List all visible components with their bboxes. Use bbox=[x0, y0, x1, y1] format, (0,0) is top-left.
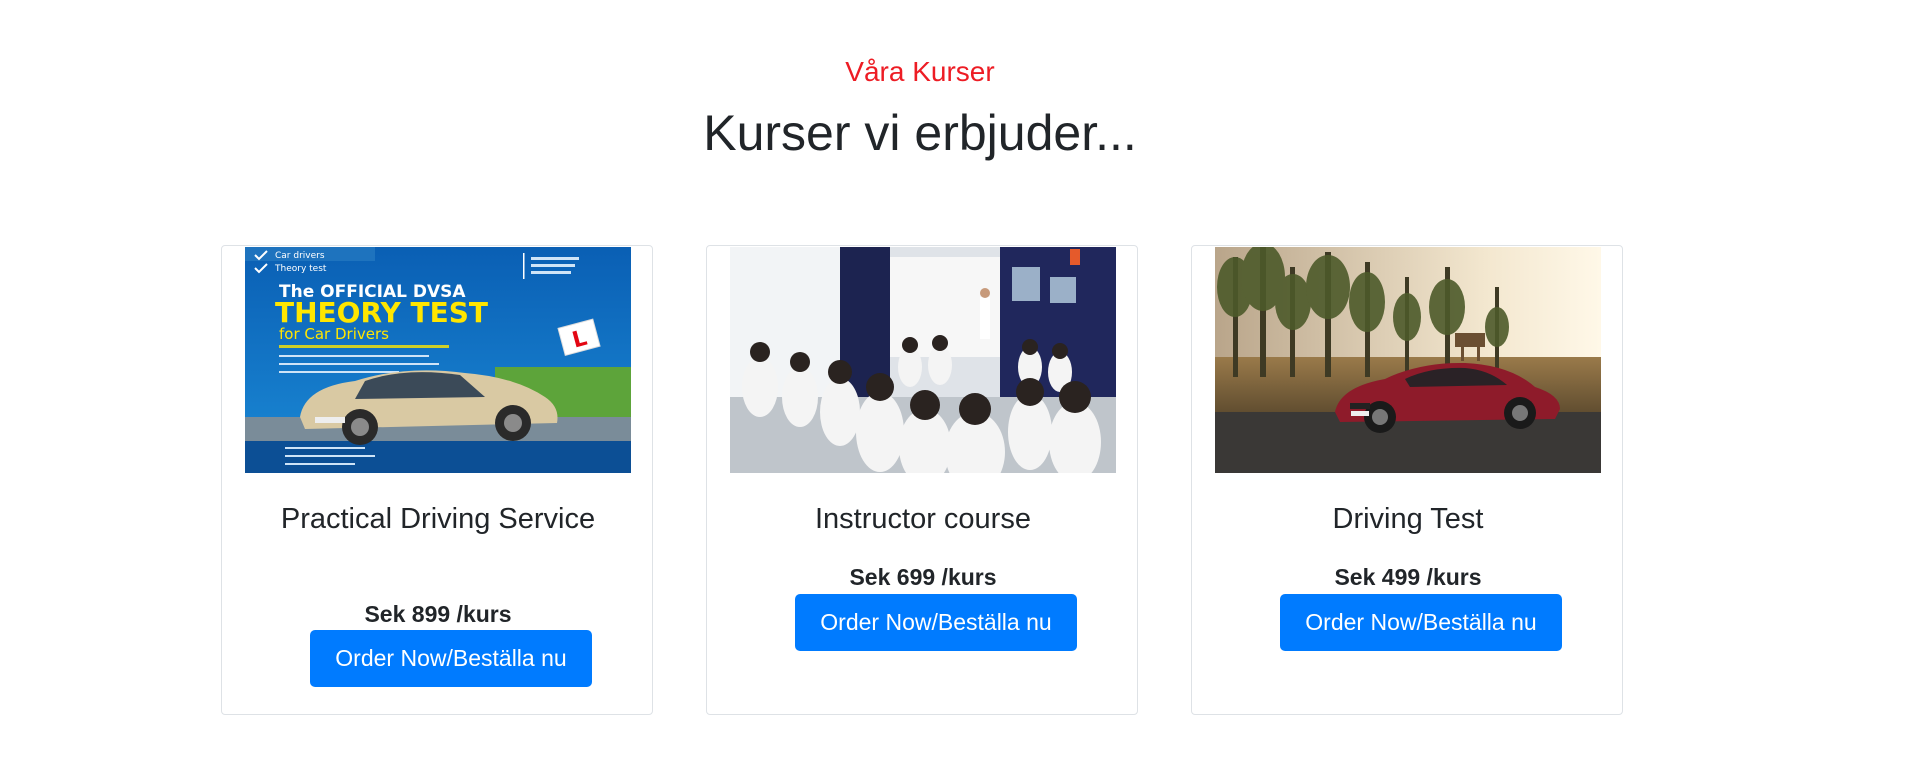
book-tag-theory-test: Theory test bbox=[274, 264, 327, 274]
sports-car-image bbox=[1215, 247, 1601, 473]
course-price: Sek 499 /kurs bbox=[1334, 564, 1482, 590]
course-title: Driving Test bbox=[1332, 503, 1484, 535]
course-title: Practical Driving Service bbox=[280, 503, 596, 535]
course-card-instructor: Instructor course Sek 699 /kurs Order No… bbox=[706, 245, 1138, 715]
course-price: Sek 899 /kurs bbox=[364, 601, 512, 627]
order-now-button[interactable]: Order Now/Beställa nu bbox=[795, 594, 1077, 651]
classroom-image bbox=[730, 247, 1116, 473]
course-card-driving-test: Driving Test Sek 499 /kurs Order Now/Bes… bbox=[1191, 245, 1623, 715]
section-heading: Kurser vi erbjuder... bbox=[703, 105, 1137, 161]
book-line-car-drivers: for Car Drivers bbox=[279, 325, 389, 343]
section-eyebrow: Våra Kurser bbox=[845, 56, 995, 87]
courses-section: Våra Kurser Kurser vi erbjuder... Car dr… bbox=[0, 0, 1905, 768]
course-title: Instructor course bbox=[815, 503, 1031, 535]
book-tag-car-drivers: Car drivers bbox=[275, 251, 325, 261]
order-now-button[interactable]: Order Now/Beställa nu bbox=[310, 630, 592, 687]
theory-test-book-image: Car drivers Theory test The OFFICIAL DVS… bbox=[245, 247, 631, 473]
order-now-button[interactable]: Order Now/Beställa nu bbox=[1280, 594, 1562, 651]
sports-car-illustration bbox=[1215, 247, 1601, 473]
course-card-practical-driving: Car drivers Theory test The OFFICIAL DVS… bbox=[221, 245, 653, 715]
course-price: Sek 699 /kurs bbox=[849, 564, 997, 590]
theory-test-book-illustration: Car drivers Theory test The OFFICIAL DVS… bbox=[245, 247, 631, 473]
classroom-illustration bbox=[730, 247, 1116, 473]
